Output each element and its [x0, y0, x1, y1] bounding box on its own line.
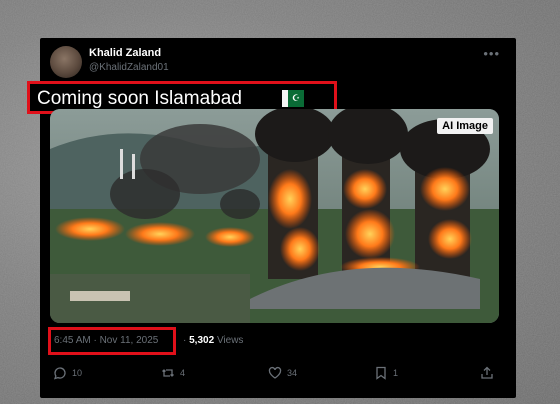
pakistan-flag-icon: ☪ [282, 90, 304, 107]
views-separator: · [183, 335, 187, 346]
ai-image-badge: AI Image [437, 118, 493, 134]
reply-button[interactable]: 10 [53, 366, 82, 380]
bookmark-count: 1 [393, 368, 399, 378]
share-icon [481, 366, 493, 379]
repost-icon [162, 369, 174, 377]
reply-count: 10 [72, 368, 83, 378]
bookmark-icon [376, 366, 386, 380]
post-image[interactable]: AI Image [50, 109, 499, 323]
tweet-card: Khalid Zaland @KhalidZaland01 ••• Coming… [27, 38, 516, 398]
view-count: · 5,302 Views [183, 335, 243, 346]
action-bar: 10 4 34 1 [40, 366, 516, 386]
author-name[interactable]: Khalid Zaland [89, 47, 161, 59]
reply-icon [53, 367, 66, 380]
avatar[interactable] [50, 46, 82, 78]
views-number: 5,302 [189, 335, 215, 346]
views-label: Views [216, 335, 244, 346]
share-button[interactable] [480, 366, 494, 380]
post-timestamp[interactable]: 6:45 AM · Nov 11, 2025 [54, 335, 158, 346]
repost-count: 4 [180, 368, 186, 378]
like-icon [268, 366, 282, 379]
tweet-text: Coming soon Islamabad [37, 88, 242, 109]
like-button[interactable]: 34 [268, 366, 297, 380]
more-icon[interactable]: ••• [483, 46, 500, 61]
author-handle[interactable]: @KhalidZaland01 [89, 62, 169, 73]
repost-button[interactable]: 4 [161, 366, 185, 380]
like-count: 34 [287, 368, 298, 378]
bookmark-button[interactable]: 1 [374, 366, 398, 380]
burning-city-image [50, 109, 499, 323]
